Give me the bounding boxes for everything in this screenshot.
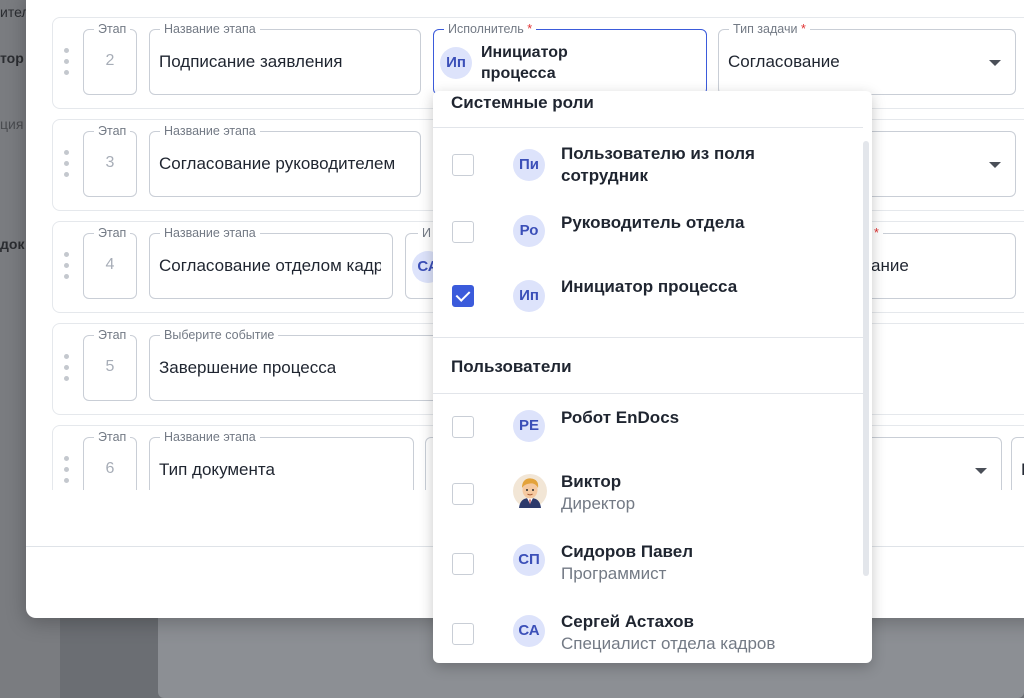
checkbox[interactable]	[452, 416, 474, 438]
stage-name-field[interactable]: Название этапа Тип документа	[149, 430, 414, 490]
stage-name-label: Название этапа	[160, 226, 260, 240]
stage-number: 5	[105, 358, 115, 375]
section-system-roles: Системные роли	[451, 93, 594, 112]
role-title: Руководитель отдела	[561, 213, 745, 232]
event-value: Завершение процесса	[159, 358, 337, 377]
task-type-select[interactable]: Тип задачи * Согласование	[718, 22, 1016, 95]
executor-label: Исполнитель *	[444, 22, 537, 36]
background-text: ция	[0, 116, 24, 132]
stage-name-field[interactable]: Название этапа Согласование отделом кадр…	[149, 226, 393, 299]
role-chip: Пи	[513, 149, 545, 181]
stage-number-label: Этап	[94, 22, 131, 36]
divider	[433, 127, 863, 128]
stage-number-field: Этап 5	[83, 328, 137, 401]
executor-value: Инициатор процесса	[481, 44, 568, 82]
role-chip: Ро	[513, 215, 545, 247]
background-text: тор	[0, 50, 24, 66]
stage-name-field[interactable]: Название этапа Согласование руководителе…	[149, 124, 421, 197]
stage-name-field[interactable]: Название этапа Подписание заявления	[149, 22, 421, 95]
stage-name-label: Название этапа	[160, 22, 260, 36]
stage-name-value: Согласование руководителем	[159, 154, 396, 173]
checkbox[interactable]	[452, 483, 474, 505]
task-type-value: ание	[871, 256, 909, 275]
checkbox[interactable]	[452, 553, 474, 575]
option-role[interactable]: Пи Пользователю из поля сотрудник	[433, 141, 863, 201]
dropdown-scrollbar[interactable]	[863, 141, 869, 576]
checkbox[interactable]	[452, 623, 474, 645]
checkbox-checked[interactable]	[452, 285, 474, 307]
drag-handle-icon[interactable]	[63, 456, 71, 486]
chevron-down-icon[interactable]	[989, 60, 1001, 66]
option-role[interactable]: Ро Руководитель отдела	[433, 205, 863, 265]
role-title: Инициатор процесса	[561, 277, 738, 296]
user-position: Программист	[561, 564, 667, 583]
user-name: Сергей Астахов	[561, 612, 694, 631]
stage-number-label: Этап	[94, 430, 131, 444]
chevron-down-icon[interactable]	[975, 468, 987, 474]
user-position: Директор	[561, 494, 636, 513]
user-name: Виктор	[561, 472, 622, 491]
user-name: Сидоров Павел	[561, 542, 693, 561]
task-type-label: Тип задачи *	[729, 22, 810, 36]
option-role-selected[interactable]: Ип Инициатор процесса	[433, 269, 863, 329]
executor-chip: Ип	[440, 47, 472, 79]
stage-number-label: Этап	[94, 124, 131, 138]
section-users: Пользователи	[451, 357, 572, 376]
stage-number: 2	[105, 52, 115, 69]
avatar-photo-icon	[513, 474, 547, 508]
checkbox[interactable]	[452, 221, 474, 243]
user-chip: СП	[513, 544, 545, 576]
user-name: Робот EnDocs	[561, 408, 680, 427]
drag-handle-icon[interactable]	[63, 150, 71, 180]
option-user[interactable]: РЕ Робот EnDocs	[433, 407, 863, 467]
divider	[433, 393, 863, 394]
stage-name-value: Тип документа	[159, 460, 275, 479]
executor-select[interactable]: Исполнитель * Ип Инициатор процесса	[433, 22, 707, 95]
executor-dropdown: Системные роли Пи Пользователю из поля со…	[433, 91, 872, 663]
stage-number-field: Этап 4	[83, 226, 137, 299]
drag-handle-icon[interactable]	[63, 354, 71, 384]
stage-number-label: Этап	[94, 226, 131, 240]
stage-number-field: Этап 3	[83, 124, 137, 197]
role-title: Пользователю из поля сотрудник	[561, 144, 755, 185]
stage-name-label: Название этапа	[160, 430, 260, 444]
event-label: Выберите событие	[160, 328, 279, 342]
option-user[interactable]: Виктор Директор	[433, 471, 863, 531]
role-chip: Ип	[513, 280, 545, 312]
stage-number: 3	[105, 154, 115, 171]
divider	[433, 337, 863, 338]
stage-name-label: Название этапа	[160, 124, 260, 138]
stage-number: 6	[105, 460, 115, 477]
extra-field[interactable]: Г	[1011, 437, 1024, 490]
stage-number-label: Этап	[94, 328, 131, 342]
background-text: док	[0, 236, 25, 252]
user-position: Специалист отдела кадров	[561, 634, 776, 653]
stage-number: 4	[105, 256, 115, 273]
stage-number-field: Этап 2	[83, 22, 137, 95]
user-chip: РЕ	[513, 410, 545, 442]
option-user[interactable]: СП Сидоров Павел Программист	[433, 541, 863, 601]
drag-handle-icon[interactable]	[63, 48, 71, 78]
stage-name-value: Подписание заявления	[159, 52, 343, 71]
chevron-down-icon[interactable]	[989, 162, 1001, 168]
stage-number-field: Этап 6	[83, 430, 137, 490]
task-type-value: Согласование	[728, 52, 840, 71]
checkbox[interactable]	[452, 154, 474, 176]
stage-name-value: Согласование отделом кадров	[159, 256, 381, 275]
drag-handle-icon[interactable]	[63, 252, 71, 282]
user-chip: СА	[513, 615, 545, 647]
option-user[interactable]: СА Сергей Астахов Специалист отдела кадр…	[433, 611, 863, 663]
